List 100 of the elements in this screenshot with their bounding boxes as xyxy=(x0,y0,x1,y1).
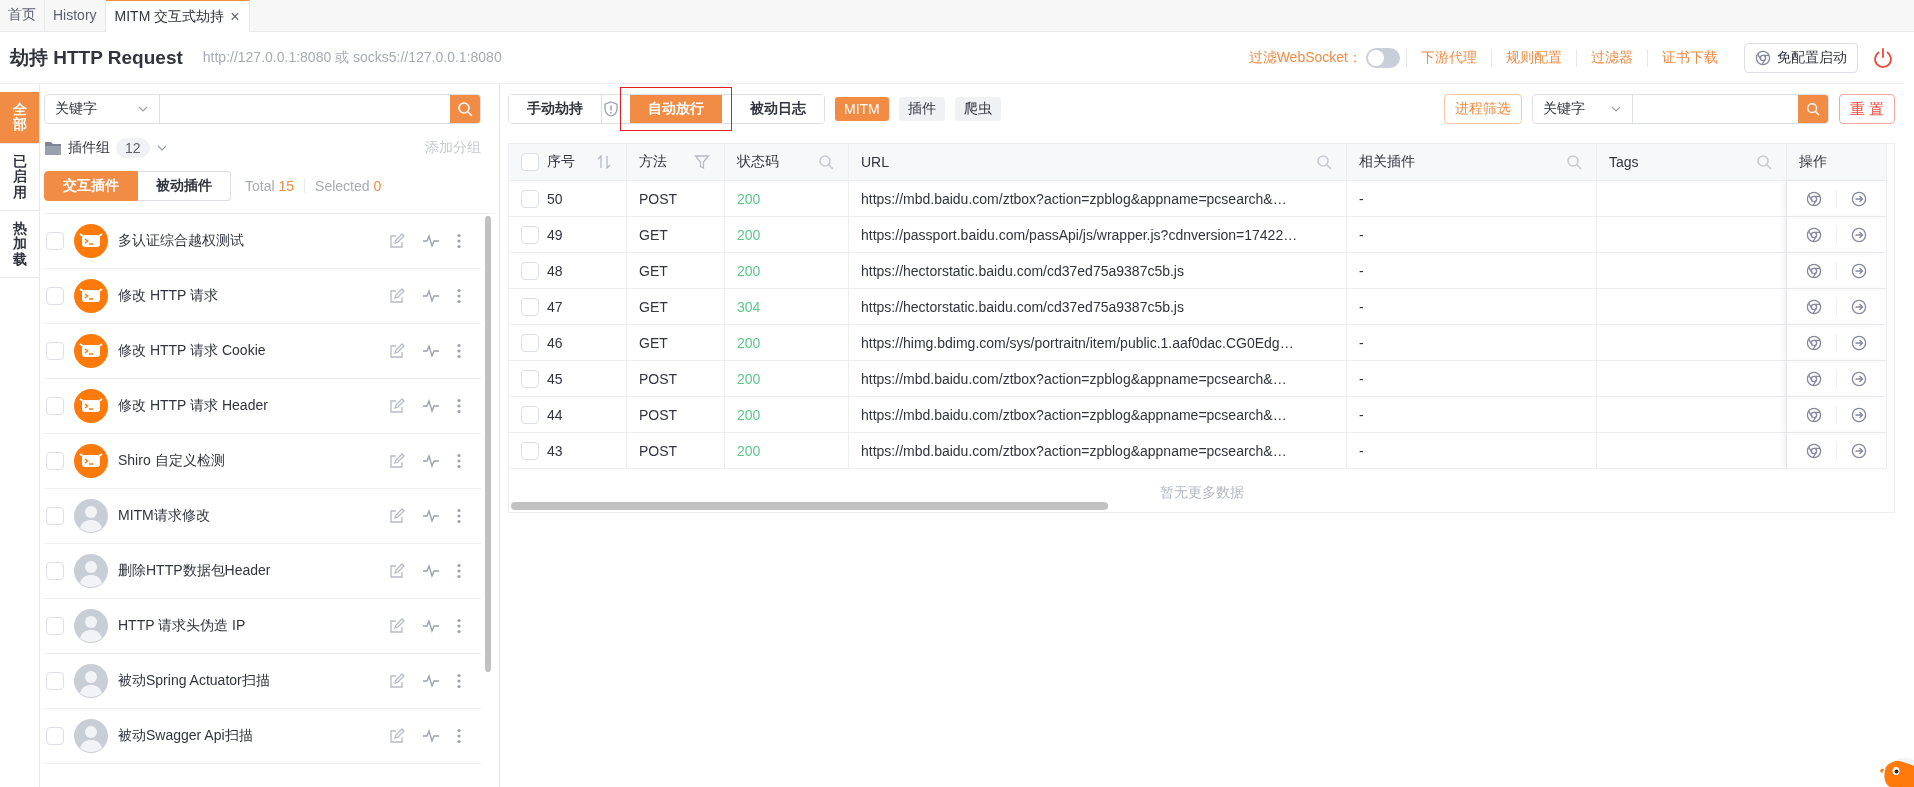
search-type-select[interactable]: 关键字 xyxy=(1532,95,1633,123)
arrow-right-circle-icon[interactable] xyxy=(1851,190,1867,207)
search-button[interactable] xyxy=(450,95,480,123)
edit-icon[interactable] xyxy=(389,288,405,304)
pulse-icon[interactable] xyxy=(422,398,440,414)
source-tab[interactable]: 插件 xyxy=(898,97,945,121)
tab[interactable]: 首页 xyxy=(0,0,45,31)
checkbox[interactable] xyxy=(521,441,539,460)
arrow-right-circle-icon[interactable] xyxy=(1851,370,1867,387)
sort-icon[interactable] xyxy=(596,154,612,170)
edit-icon[interactable] xyxy=(389,673,405,689)
shield-icon[interactable] xyxy=(604,101,618,117)
checkbox[interactable] xyxy=(521,369,539,388)
browser-icon[interactable] xyxy=(1806,370,1822,387)
column-header[interactable]: 序号 xyxy=(509,144,627,181)
more-icon[interactable] xyxy=(457,618,461,634)
search-icon[interactable] xyxy=(818,154,834,170)
edit-icon[interactable] xyxy=(389,453,405,469)
pulse-icon[interactable] xyxy=(422,508,440,524)
search-icon[interactable] xyxy=(1316,154,1332,170)
search-icon[interactable] xyxy=(1756,154,1772,170)
pulse-icon[interactable] xyxy=(422,233,440,249)
edit-icon[interactable] xyxy=(389,233,405,249)
search-icon[interactable] xyxy=(457,101,473,117)
checkbox[interactable] xyxy=(46,562,64,580)
checkbox[interactable] xyxy=(46,507,64,525)
checkbox[interactable] xyxy=(46,287,64,305)
search-icon[interactable] xyxy=(1805,102,1820,116)
browser-icon[interactable] xyxy=(1806,298,1822,315)
edit-icon[interactable] xyxy=(389,398,405,414)
more-icon[interactable] xyxy=(457,453,461,469)
arrow-right-circle-icon[interactable] xyxy=(1851,298,1867,315)
pulse-icon[interactable] xyxy=(422,563,440,579)
arrow-right-circle-icon[interactable] xyxy=(1851,334,1867,351)
tab[interactable]: MITM 交互式劫持 × xyxy=(105,0,250,32)
checkbox[interactable] xyxy=(46,397,64,415)
pulse-icon[interactable] xyxy=(422,288,440,304)
arrow-right-circle-icon[interactable] xyxy=(1851,442,1867,459)
checkbox[interactable] xyxy=(46,617,64,635)
more-icon[interactable] xyxy=(457,728,461,744)
side-tab[interactable]: 已启用 xyxy=(0,143,39,211)
search-field[interactable]: 关键字 xyxy=(44,94,481,124)
browser-icon[interactable] xyxy=(1806,334,1822,351)
reset-button[interactable]: 重 置 xyxy=(1838,94,1895,124)
arrow-right-circle-icon[interactable] xyxy=(1851,406,1867,423)
column-header[interactable]: 相关插件 xyxy=(1347,144,1597,181)
pulse-icon[interactable] xyxy=(422,618,440,634)
search-field[interactable]: 关键字 xyxy=(1531,94,1829,124)
tab[interactable]: History xyxy=(45,0,106,31)
column-header[interactable]: 方法 xyxy=(627,144,725,181)
edit-icon[interactable] xyxy=(389,343,405,359)
checkbox[interactable] xyxy=(521,189,539,208)
checkbox[interactable] xyxy=(521,153,539,171)
checkbox[interactable] xyxy=(46,727,64,745)
browser-icon[interactable] xyxy=(1806,262,1822,279)
close-button[interactable]: × xyxy=(230,8,240,25)
more-icon[interactable] xyxy=(457,673,461,689)
edit-icon[interactable] xyxy=(389,563,405,579)
scrollbar[interactable] xyxy=(485,216,491,672)
scrollbar[interactable] xyxy=(511,502,1108,510)
more-icon[interactable] xyxy=(457,563,461,579)
browser-icon[interactable] xyxy=(1806,190,1822,207)
arrow-right-circle-icon[interactable] xyxy=(1851,226,1867,243)
plugin-tab[interactable]: 被动插件 xyxy=(138,171,231,201)
search-button[interactable] xyxy=(1797,95,1828,123)
browser-icon[interactable] xyxy=(1755,49,1771,66)
pulse-icon[interactable] xyxy=(422,728,440,744)
checkbox[interactable] xyxy=(521,405,539,424)
more-icon[interactable] xyxy=(457,288,461,304)
checkbox[interactable] xyxy=(521,297,539,316)
column-header[interactable]: Tags xyxy=(1597,144,1787,181)
checkbox[interactable] xyxy=(46,232,64,250)
browser-icon[interactable] xyxy=(1806,226,1822,243)
edit-icon[interactable] xyxy=(389,618,405,634)
browser-icon[interactable] xyxy=(1806,442,1822,459)
checkbox[interactable] xyxy=(521,261,539,280)
pulse-icon[interactable] xyxy=(422,673,440,689)
more-icon[interactable] xyxy=(457,233,461,249)
checkbox[interactable] xyxy=(521,333,539,352)
column-header[interactable]: 操作 xyxy=(1787,144,1887,181)
arrow-right-circle-icon[interactable] xyxy=(1851,262,1867,279)
checkbox[interactable] xyxy=(46,672,64,690)
more-icon[interactable] xyxy=(457,398,461,414)
edit-icon[interactable] xyxy=(389,508,405,524)
checkbox[interactable] xyxy=(46,452,64,470)
edit-icon[interactable] xyxy=(389,728,405,744)
column-header[interactable]: URL xyxy=(849,144,1347,181)
checkbox[interactable] xyxy=(46,342,64,360)
pulse-icon[interactable] xyxy=(422,343,440,359)
power-icon[interactable] xyxy=(1872,46,1894,69)
filter-icon[interactable] xyxy=(694,154,710,170)
column-header[interactable]: 状态码 xyxy=(725,144,849,181)
side-tab[interactable]: 热加载 xyxy=(0,210,39,279)
toggle-switch[interactable] xyxy=(1366,47,1400,68)
more-icon[interactable] xyxy=(457,343,461,359)
more-icon[interactable] xyxy=(457,508,461,524)
browser-icon[interactable] xyxy=(1806,406,1822,423)
source-tab[interactable]: 爬虫 xyxy=(954,97,1001,121)
pulse-icon[interactable] xyxy=(422,453,440,469)
launch-button[interactable]: 免配置启动 xyxy=(1744,42,1858,73)
